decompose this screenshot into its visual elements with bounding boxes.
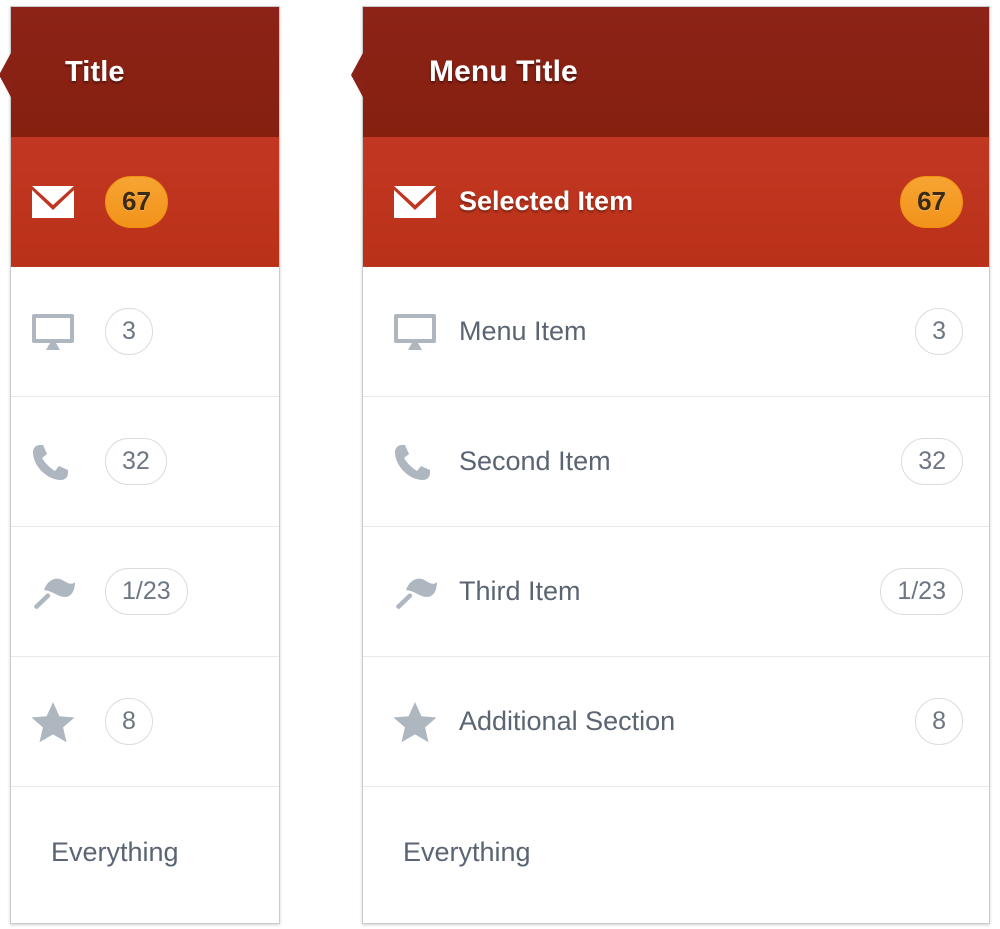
compact-menu-list: Selected Item 67 Menu Item 3 (11, 137, 279, 917)
wide-menu-item-badge: 8 (915, 698, 963, 745)
mockup-stage: Title Selected Item 67 (0, 0, 1000, 929)
compact-menu-item-badge: 3 (105, 308, 153, 355)
compact-menu-item-badge: 1/23 (105, 568, 188, 615)
wide-menu-footer[interactable]: Everything (363, 787, 989, 917)
wide-menu-item-label: Third Item (459, 576, 581, 606)
star-icon (31, 701, 87, 743)
compact-panel-title: Title (65, 55, 125, 88)
flag-icon (31, 572, 87, 612)
wide-menu-item-star[interactable]: Additional Section 8 (363, 657, 989, 787)
wide-menu-item-label: Menu Item (459, 316, 587, 346)
wide-menu-item-badge: 1/23 (880, 568, 963, 615)
compact-menu-footer-label: Everything (51, 836, 179, 867)
wide-menu-panel: Menu Title Selected Item 67 Menu Item 3 … (351, 6, 990, 924)
phone-icon (393, 442, 449, 482)
wide-menu-item-flag[interactable]: Third Item 1/23 (363, 527, 989, 657)
phone-icon (31, 442, 87, 482)
wide-menu-item-badge: 3 (915, 308, 963, 355)
compact-menu-footer[interactable]: Everything (11, 787, 279, 917)
wide-panel-header: Menu Title (351, 7, 989, 137)
envelope-icon (31, 185, 87, 219)
compact-menu-item-star[interactable]: Additional Section 8 (11, 657, 279, 787)
compact-menu-item-phone[interactable]: Second Item 32 (11, 397, 279, 527)
wide-menu-item-label: Selected Item (459, 186, 634, 216)
wide-panel-title: Menu Title (429, 55, 578, 88)
star-icon (393, 701, 449, 743)
compact-menu-item-flag[interactable]: Third Item 1/23 (11, 527, 279, 657)
flag-icon (393, 572, 449, 612)
envelope-icon (393, 185, 449, 219)
wide-menu-footer-label: Everything (403, 836, 531, 867)
wide-menu-item-label: Additional Section (459, 706, 676, 736)
compact-menu-panel: Title Selected Item 67 (0, 6, 280, 924)
compact-panel-header: Title (0, 7, 279, 137)
wide-menu-item-phone[interactable]: Second Item 32 (363, 397, 989, 527)
wide-menu-item-monitor[interactable]: Menu Item 3 (363, 267, 989, 397)
wide-menu-item-badge: 32 (901, 438, 963, 485)
compact-menu-item-badge: 32 (105, 438, 167, 485)
wide-menu-item-label: Second Item (459, 446, 611, 476)
header-pointer-notch (351, 51, 364, 99)
wide-menu-item-selected[interactable]: Selected Item 67 (363, 137, 989, 267)
monitor-icon (393, 313, 449, 351)
wide-menu-item-badge: 67 (900, 175, 963, 228)
compact-menu-item-monitor[interactable]: Menu Item 3 (11, 267, 279, 397)
monitor-icon (31, 313, 87, 351)
compact-menu-item-badge: 8 (105, 698, 153, 745)
wide-menu-list: Selected Item 67 Menu Item 3 Second Item… (363, 137, 989, 917)
compact-menu-item-badge: 67 (105, 175, 168, 228)
compact-menu-item-selected[interactable]: Selected Item 67 (11, 137, 279, 267)
header-pointer-notch (0, 51, 12, 99)
